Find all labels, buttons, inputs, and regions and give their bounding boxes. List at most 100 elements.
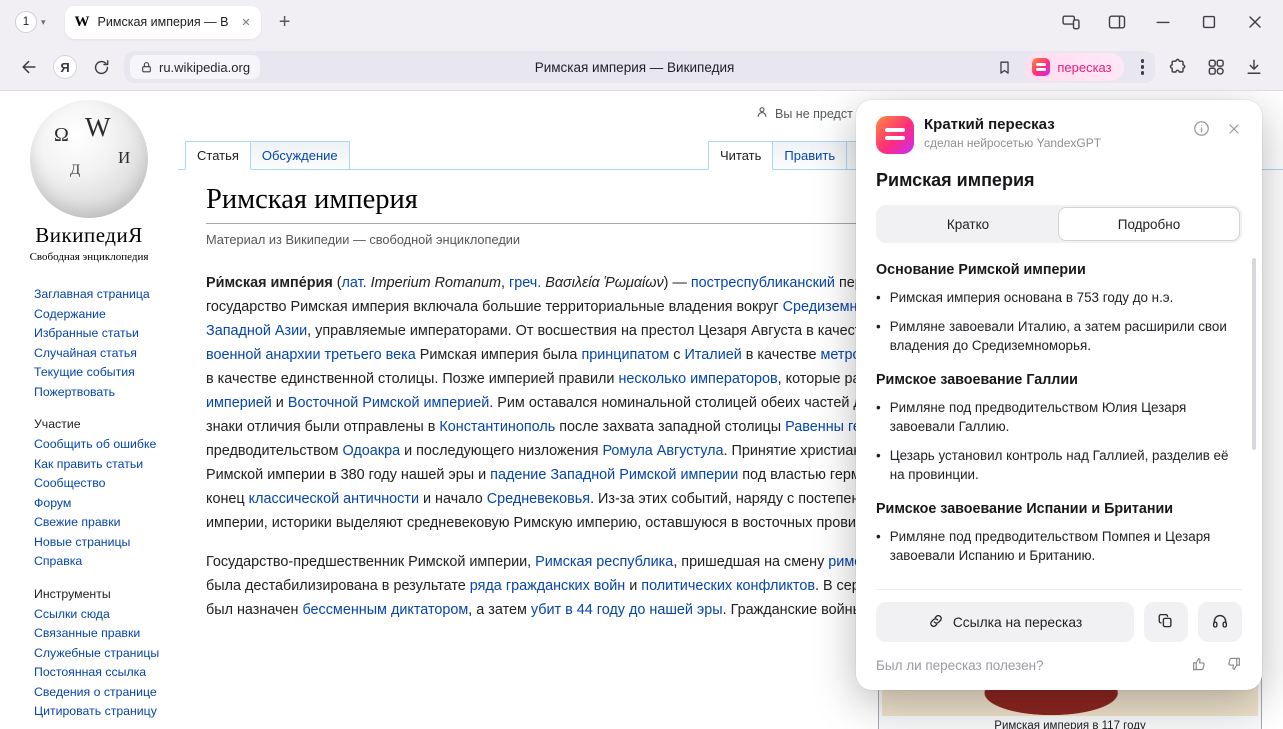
summary-sections: Основание Римской империи•Римская импери…: [876, 245, 1242, 579]
article-link[interactable]: греч.: [509, 275, 541, 291]
sidebar-participation-link[interactable]: Новые страницы: [34, 533, 178, 553]
browser-tab[interactable]: W Римская империя — В ✕: [65, 6, 261, 39]
article-link[interactable]: Ромула Августула: [602, 443, 723, 459]
article-link[interactable]: Равенны: [785, 419, 844, 435]
devices-icon[interactable]: [1061, 12, 1081, 32]
sidebar-participation-link[interactable]: Сообщество: [34, 474, 178, 494]
article-link[interactable]: Западной Азии: [206, 323, 307, 339]
summary-section-heading: Римское завоевание Галлии: [876, 372, 1242, 388]
sidebar-nav-link[interactable]: Избранные статьи: [34, 324, 178, 344]
article-link[interactable]: несколько императоров: [618, 371, 777, 387]
wiki-tab[interactable]: Статья: [185, 141, 251, 170]
sidebar-participation-link[interactable]: Сообщить об ошибке: [34, 435, 178, 455]
lock-icon: [140, 61, 153, 74]
sidebar-participation-link[interactable]: Свежие правки: [34, 513, 178, 533]
sidebar-tools-link[interactable]: Ссылки сюда: [34, 605, 178, 625]
bullet-text: Римская империя основана в 753 году до н…: [890, 288, 1174, 307]
article-link[interactable]: Одоакра: [343, 443, 401, 459]
article-link[interactable]: политических конфликтов: [641, 578, 815, 594]
article-text: после захвата западной столицы: [555, 419, 785, 435]
summary-section-heading: Римское завоевание Испании и Британии: [876, 501, 1242, 517]
user-icon: [755, 105, 769, 122]
tab-counter[interactable]: 1 ▾: [10, 8, 51, 36]
sidebar-nav-link[interactable]: Содержание: [34, 305, 178, 325]
article-link[interactable]: принципатом: [581, 347, 669, 363]
panel-scrollbar[interactable]: [1252, 258, 1256, 450]
summary-bullet: •Цезарь установил контроль над Галлией, …: [876, 446, 1242, 484]
sidebar-tools-link[interactable]: Сведения о странице: [34, 683, 178, 703]
sidebar-tools-link[interactable]: Постоянная ссылка: [34, 663, 178, 683]
article-text: ) —: [664, 275, 691, 291]
back-button[interactable]: [14, 52, 44, 82]
article-link[interactable]: Италией: [685, 347, 742, 363]
article-link[interactable]: Константинополь: [439, 419, 555, 435]
panel-close-icon[interactable]: [1226, 121, 1242, 142]
wiki-tabs-left: СтатьяОбсуждение: [185, 141, 350, 170]
copy-text-button[interactable]: [1144, 602, 1188, 642]
logo-glyph: И: [118, 148, 130, 168]
logo-glyph: W: [85, 112, 110, 143]
tab-brief[interactable]: Кратко: [878, 207, 1058, 241]
wikipedia-tagline: Свободная энциклопедия: [0, 251, 178, 263]
tab-close-icon[interactable]: ✕: [241, 16, 250, 29]
article-link[interactable]: классической античности: [249, 491, 419, 507]
sidebar-nav: Заглавная страницаСодержаниеИзбранные ст…: [34, 285, 178, 402]
copy-link-button[interactable]: Ссылка на пересказ: [876, 602, 1134, 642]
wiki-tab[interactable]: Обсуждение: [251, 141, 350, 170]
article-link[interactable]: убит в 44 году до нашей эры: [531, 602, 723, 618]
retell-button[interactable]: пересказ: [1025, 53, 1123, 81]
wiki-tab[interactable]: Править: [773, 141, 847, 170]
article-link[interactable]: постреспубликанский: [691, 275, 835, 291]
sidebar-participation-link[interactable]: Справка: [34, 552, 178, 572]
article-link[interactable]: ряда гражданских войн: [470, 578, 625, 594]
sidebar-participation-link[interactable]: Как править статьи: [34, 455, 178, 475]
tab-detailed[interactable]: Подробно: [1058, 207, 1240, 241]
article-link[interactable]: Восточной Римской империей: [288, 395, 489, 411]
new-tab-button[interactable]: +: [271, 8, 299, 36]
article-link[interactable]: падение Западной Римской империи: [490, 467, 738, 483]
article-text: Государство-предшественник Римской импер…: [206, 554, 535, 570]
article-link[interactable]: Средневековья: [487, 491, 590, 507]
extensions-icon[interactable]: [1163, 52, 1193, 82]
article-link[interactable]: лат.: [342, 275, 367, 291]
summary-bullet: •Римляне под предводительством Помпея и …: [876, 527, 1242, 565]
bullet-dot-icon: •: [876, 527, 881, 565]
thumb-up-icon[interactable]: [1191, 655, 1209, 676]
reload-button[interactable]: [86, 52, 116, 82]
downloads-icon[interactable]: [1239, 52, 1269, 82]
yandex-home-button[interactable]: Я: [50, 52, 80, 82]
user-status-link[interactable]: Вы не предст: [755, 105, 853, 122]
wiki-tab[interactable]: Читать: [708, 141, 773, 170]
sidebar-nav-link[interactable]: Заглавная страница: [34, 285, 178, 305]
sidebar-tools-link[interactable]: Связанные правки: [34, 624, 178, 644]
article-text: в качестве: [742, 347, 821, 363]
sidebar-tools-link[interactable]: Служебные страницы: [34, 644, 178, 664]
listen-button[interactable]: [1198, 602, 1242, 642]
sidebar-section-tools: Инструменты: [34, 587, 178, 601]
maximize-icon[interactable]: [1199, 12, 1219, 32]
collections-icon[interactable]: [1201, 52, 1231, 82]
sidebar-participation-link[interactable]: Форум: [34, 494, 178, 514]
sidebar-nav-link[interactable]: Пожертвовать: [34, 383, 178, 403]
summary-bullet: •Римская империя основана в 753 году до …: [876, 288, 1242, 307]
info-icon[interactable]: [1192, 119, 1211, 143]
sidebar-nav-link[interactable]: Случайная статья: [34, 344, 178, 364]
address-bar[interactable]: ru.wikipedia.org Римская империя — Викип…: [124, 51, 1155, 83]
article-link[interactable]: военной анархии третьего века: [206, 347, 416, 363]
minimize-icon[interactable]: [1153, 12, 1173, 32]
article-link[interactable]: бессменным диктатором: [302, 602, 468, 618]
side-panel-icon[interactable]: [1107, 12, 1127, 32]
wikipedia-wordmark[interactable]: ВикипедиЯ: [0, 223, 178, 248]
panel-divider: [876, 589, 1242, 590]
bookmark-icon[interactable]: [996, 59, 1013, 76]
panel-header: Краткий пересказ сделан нейросетью Yande…: [876, 116, 1242, 154]
more-menu-icon[interactable]: [1136, 54, 1149, 79]
thumb-down-icon[interactable]: [1224, 655, 1242, 676]
url-chip[interactable]: ru.wikipedia.org: [130, 55, 260, 79]
sidebar-nav-link[interactable]: Текущие события: [34, 363, 178, 383]
wikipedia-logo[interactable]: Ω W И Д: [30, 100, 148, 218]
sidebar-tools-link[interactable]: Цитировать страницу: [34, 702, 178, 722]
headphones-icon: [1211, 612, 1229, 633]
article-link[interactable]: Римская республика: [535, 554, 673, 570]
window-close-icon[interactable]: [1245, 12, 1265, 32]
